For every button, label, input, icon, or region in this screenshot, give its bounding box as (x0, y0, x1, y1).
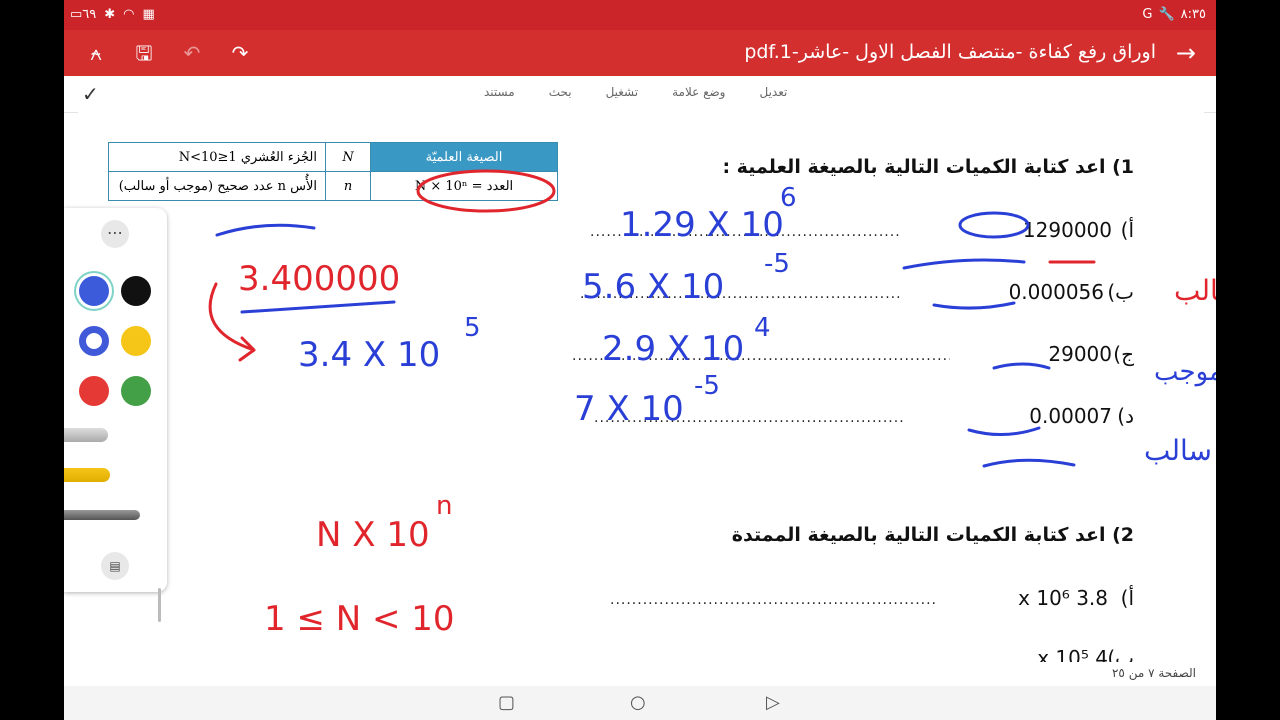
q1-item-c-dots: ........................................… (572, 348, 950, 364)
color-blue-selected[interactable] (79, 276, 109, 306)
q1-item-c-value: 29000 (1048, 342, 1112, 366)
bluetooth-icon: ✱ (104, 7, 116, 22)
menu-edit[interactable]: تعديل (759, 85, 787, 99)
app-bar: ⍲ 🖫 ↶ ↷ اوراق رفع كفاءة -منتصف الفصل الا… (64, 30, 1216, 76)
q2-item-b-value: 4 x 10⁵ (1037, 646, 1108, 662)
arrow-right-icon[interactable]: → (1176, 39, 1196, 67)
system-nav-bar: ▢ ○ ▷ (64, 686, 1216, 720)
q1-item-d-value: 0.00007 (1029, 404, 1112, 428)
clock: ٨:٣٥ (1180, 7, 1206, 22)
q2-item-a-dots: ........................................… (610, 592, 938, 608)
home-icon[interactable]: ○ (630, 692, 646, 713)
recents-icon[interactable]: ▢ (498, 692, 515, 713)
q1-item-b-dots: ........................................… (580, 286, 902, 302)
highlighter-tool[interactable] (64, 468, 110, 482)
color-blue-ring[interactable] (79, 326, 109, 356)
menu-play[interactable]: تشغيل (606, 85, 639, 99)
pdf-page[interactable]: الصيغة العلميّة N الجُزء العُشري 1≤N<10 … (78, 112, 1204, 662)
share-icon[interactable]: ⍲ (84, 41, 108, 65)
table-symbol-N: N (325, 142, 371, 172)
menu-document[interactable]: مستند (484, 85, 515, 99)
color-green[interactable] (121, 376, 151, 406)
page-indicator: الصفحة ٧ من ٢٥ (1111, 666, 1196, 680)
more-icon[interactable]: ⋯ (101, 220, 129, 248)
palette-scrollbar[interactable] (158, 588, 161, 622)
q1-item-b-value: 0.000056 (1008, 280, 1104, 304)
question-2-title: 2) اعد كتابة الكميات التالية بالصيغة الم… (731, 524, 1134, 546)
tablet-screen: ▭٦٩ ✱ ◠ ▦ G 🔧 ٨:٣٥ ⍲ 🖫 ↶ ↷ اوراق رفع كفا… (64, 0, 1216, 720)
menu-mark[interactable]: وضع علامة (672, 85, 725, 99)
q2-item-a-value: 3.8 x 10⁶ (1018, 586, 1108, 610)
page-footer: الصفحة ٧ من ٢٥ (64, 662, 1216, 686)
wifi-icon: ◠ (123, 7, 135, 22)
color-yellow[interactable] (121, 326, 151, 356)
carrier-icon: G (1142, 7, 1153, 22)
wrench-icon: 🔧 (1158, 7, 1175, 22)
pencil-tool[interactable] (64, 428, 108, 442)
q1-item-d-label: د) (1117, 404, 1134, 428)
q2-item-a-label: أ) (1120, 586, 1134, 610)
save-icon[interactable]: 🖫 (132, 41, 156, 65)
document-title: اوراق رفع كفاءة -منتصف الفصل الاول -عاشر… (744, 41, 1156, 63)
redo-icon[interactable]: ↷ (228, 41, 252, 65)
minimize-icon[interactable]: ▤ (101, 552, 129, 580)
q1-item-a-label: أ) (1120, 218, 1134, 242)
table-desc-n: الأُس n عدد صحيح (موجب أو سالب) (108, 171, 326, 201)
table-symbol-n: n (325, 171, 371, 201)
pen-tool[interactable] (64, 510, 140, 520)
check-icon[interactable]: ✓ (82, 82, 99, 106)
table-header-form: الصيغة العلميّة (370, 142, 558, 172)
color-red[interactable] (79, 376, 109, 406)
status-bar: ▭٦٩ ✱ ◠ ▦ G 🔧 ٨:٣٥ (64, 0, 1216, 30)
q1-item-b-label: ب) (1107, 280, 1134, 304)
q1-item-a-dots: ........................................… (590, 224, 901, 240)
battery-icon: ▭٦٩ (70, 7, 97, 22)
q2-item-b-label: ب) (1107, 646, 1134, 662)
menu-bar: ✓ مستند بحث تشغيل وضع علامة تعديل (64, 76, 1216, 113)
signal-icon: ▦ (142, 7, 155, 22)
table-formula: العدد = N × 10ⁿ (370, 171, 558, 201)
table-desc-N: الجُزء العُشري 1≤N<10 (108, 142, 326, 172)
q1-item-d-dots: ........................................… (594, 410, 905, 426)
q1-item-a-value: 1290000 (1022, 218, 1112, 242)
q1-item-c-label: ج) (1113, 342, 1134, 366)
question-1-title: 1) اعد كتابة الكميات التالية بالصيغة الع… (722, 156, 1134, 178)
scientific-notation-table: الصيغة العلميّة N الجُزء العُشري 1≤N<10 … (108, 142, 558, 201)
pen-palette: ⋯ ▤ (64, 208, 167, 622)
menu-search[interactable]: بحث (549, 85, 572, 99)
back-icon[interactable]: ▷ (766, 692, 780, 713)
undo-icon[interactable]: ↶ (180, 41, 204, 65)
color-black[interactable] (121, 276, 151, 306)
